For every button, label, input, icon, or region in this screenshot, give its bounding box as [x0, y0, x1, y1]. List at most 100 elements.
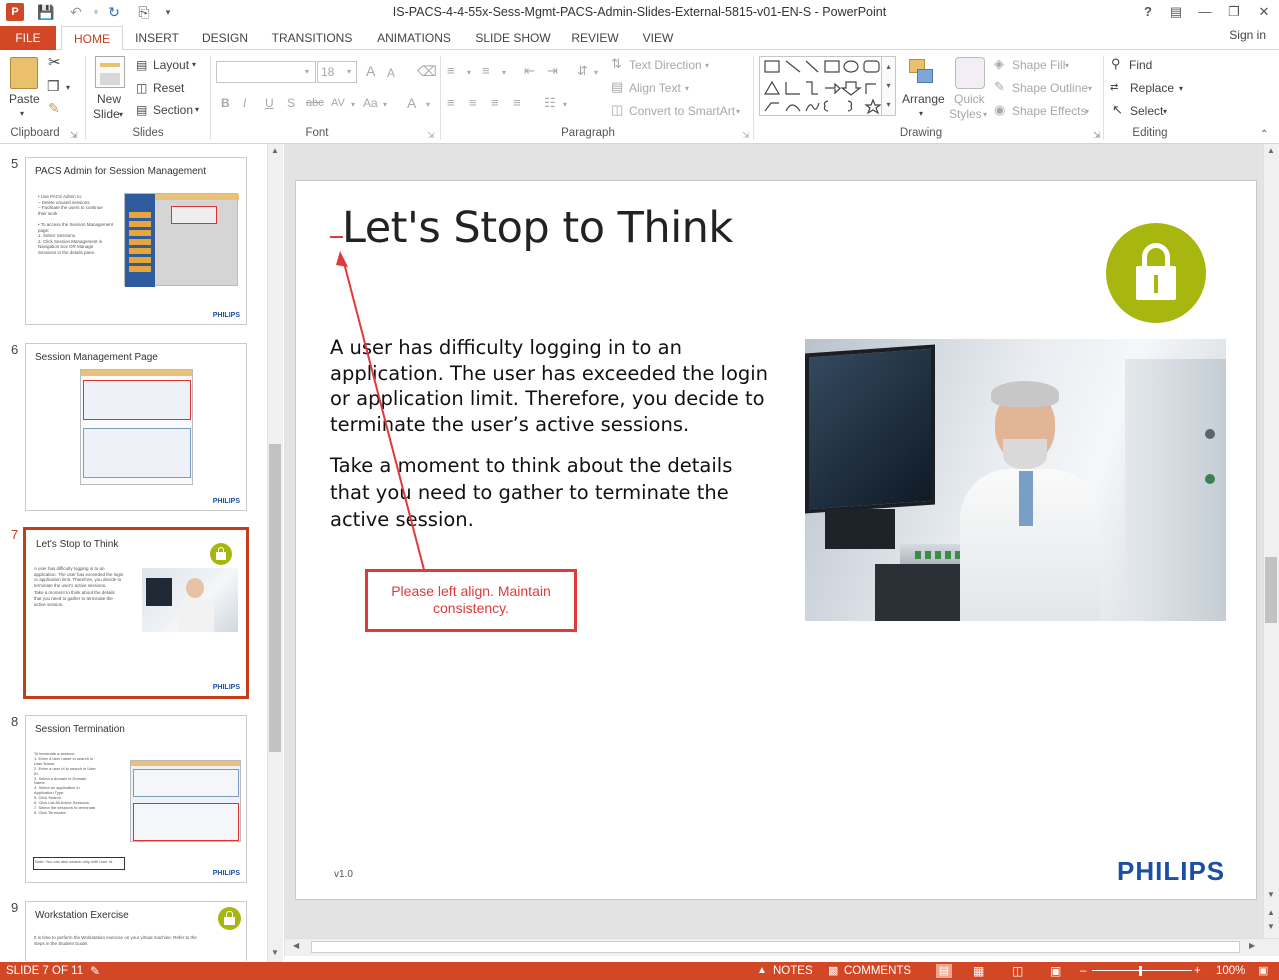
tab-view[interactable]: VIEW — [632, 26, 684, 50]
numbering-icon[interactable]: ≡ — [482, 63, 490, 79]
notes-button[interactable]: NOTES — [773, 964, 813, 978]
shape-fill-dropdown-icon[interactable]: ▾ — [1065, 58, 1069, 74]
zoom-level[interactable]: 100% — [1216, 964, 1245, 978]
text-shadow-button[interactable]: S — [287, 95, 295, 111]
font-size-dropdown-icon[interactable]: ▾ — [347, 64, 351, 80]
italic-button[interactable]: I — [243, 95, 246, 111]
format-painter-icon[interactable]: ✎ — [48, 100, 60, 116]
slide-vertical-scrollbar[interactable] — [1263, 144, 1279, 938]
strikethrough-button[interactable]: abc — [306, 95, 324, 111]
zoom-slider-handle[interactable] — [1139, 966, 1142, 976]
close-icon[interactable]: ✕ — [1253, 3, 1275, 21]
increase-indent-icon[interactable]: ⇥ — [547, 63, 558, 79]
paste-dropdown-icon[interactable]: ▾ — [20, 106, 24, 122]
quick-styles-label-2[interactable]: Styles — [949, 106, 982, 122]
font-name-combobox[interactable] — [216, 61, 316, 83]
underline-button[interactable]: U — [265, 95, 274, 111]
bold-button[interactable]: B — [221, 95, 230, 111]
shape-fill-icon[interactable]: ◈ — [994, 56, 1004, 72]
section-dropdown-icon[interactable]: ▾ — [195, 102, 199, 118]
cut-icon[interactable]: ✂ — [48, 55, 61, 71]
comments-button[interactable]: COMMENTS — [844, 964, 911, 978]
font-color-dropdown-icon[interactable]: ▾ — [426, 97, 430, 113]
previous-slide-icon[interactable]: ▲ — [1264, 908, 1278, 917]
slide-thumbnail-7[interactable]: Let's Stop to Think A user has difficult… — [23, 527, 249, 699]
quick-styles-dropdown-icon[interactable]: ▾ — [983, 107, 987, 123]
slide-scroll-thumb[interactable] — [1265, 557, 1277, 623]
collapse-ribbon-icon[interactable]: ⌃ — [1260, 127, 1268, 143]
decrease-indent-icon[interactable]: ⇤ — [524, 63, 535, 79]
slide-thumbnail-8[interactable]: Session Termination To terminate a sessi… — [25, 715, 247, 883]
scroll-down-icon[interactable]: ▼ — [268, 948, 282, 957]
font-launcher-icon[interactable]: ⇲ — [427, 127, 435, 143]
layout-dropdown-icon[interactable]: ▾ — [192, 57, 196, 73]
paste-button[interactable]: Paste — [9, 91, 40, 107]
replace-dropdown-icon[interactable]: ▾ — [1179, 81, 1183, 97]
tab-slide-show[interactable]: SLIDE SHOW — [468, 26, 558, 50]
help-button[interactable]: ? — [1137, 3, 1159, 21]
arrange-button[interactable]: Arrange — [902, 91, 945, 107]
line-spacing-dropdown-icon[interactable]: ▾ — [594, 65, 598, 81]
bullets-icon[interactable]: ≡ — [447, 63, 455, 79]
shape-fill-button[interactable]: Shape Fill — [1012, 57, 1065, 73]
reading-view-icon[interactable]: ◫ — [1012, 964, 1023, 978]
comments-icon[interactable]: ▩ — [828, 964, 838, 978]
smartart-dropdown-icon[interactable]: ▾ — [736, 104, 740, 120]
slide-thumbnail-5[interactable]: PACS Admin for Session Management • Use … — [25, 157, 247, 325]
scroll-left-icon[interactable]: ◀ — [293, 941, 299, 950]
tab-review[interactable]: REVIEW — [566, 26, 624, 50]
font-name-dropdown-icon[interactable]: ▾ — [305, 64, 309, 80]
minimize-icon[interactable]: — — [1194, 3, 1216, 21]
normal-view-icon[interactable]: ▤ — [936, 964, 952, 978]
font-color-button[interactable]: A — [407, 95, 416, 111]
zoom-slider-track[interactable] — [1092, 970, 1192, 971]
clear-formatting-icon[interactable]: ⌫ — [417, 63, 437, 79]
slide-thumbnail-9[interactable]: Workstation Exercise It is time to perfo… — [25, 901, 247, 961]
replace-icon[interactable]: ⇄ — [1110, 80, 1118, 96]
clipboard-launcher-icon[interactable]: ⇲ — [70, 127, 78, 143]
new-slide-label-1[interactable]: New — [97, 91, 121, 107]
reset-button[interactable]: Reset — [153, 80, 184, 96]
horizontal-scroll-thumb[interactable] — [311, 941, 1240, 953]
bullets-dropdown-icon[interactable]: ▾ — [467, 65, 471, 81]
shape-effects-icon[interactable]: ◉ — [994, 102, 1005, 118]
copy-dropdown-icon[interactable]: ▾ — [66, 80, 70, 96]
shape-outline-button[interactable]: Shape Outline — [1012, 80, 1088, 96]
tab-animations[interactable]: ANIMATIONS — [368, 26, 460, 50]
review-comment-callout[interactable]: Please left align. Maintain consistency. — [365, 569, 577, 632]
tab-file[interactable]: FILE — [0, 26, 56, 50]
tab-transitions[interactable]: TRANSITIONS — [264, 26, 360, 50]
shapes-gallery[interactable] — [759, 56, 896, 116]
find-button[interactable]: Find — [1129, 57, 1152, 73]
slide-show-icon[interactable]: ▣ — [1050, 964, 1061, 978]
shrink-font-icon[interactable]: A — [387, 65, 395, 81]
tab-insert[interactable]: INSERT — [128, 26, 186, 50]
spell-check-icon[interactable]: ✎ — [90, 964, 100, 978]
paragraph-launcher-icon[interactable]: ⇲ — [742, 127, 750, 143]
convert-to-smartart-button[interactable]: Convert to SmartArt — [629, 103, 735, 119]
shape-effects-button[interactable]: Shape Effects — [1012, 103, 1087, 119]
replace-button[interactable]: Replace — [1130, 80, 1174, 96]
shape-outline-icon[interactable]: ✎ — [994, 79, 1005, 95]
quick-styles-icon[interactable] — [955, 57, 985, 89]
section-icon[interactable]: ▤ — [136, 102, 147, 118]
change-case-button[interactable]: Aa — [363, 95, 378, 111]
smartart-icon[interactable]: ◫ — [611, 102, 623, 118]
notes-icon[interactable]: ▲ — [757, 964, 767, 978]
align-left-icon[interactable]: ≡ — [447, 95, 455, 111]
find-icon[interactable]: ⚲ — [1111, 56, 1121, 72]
scroll-up-icon[interactable]: ▲ — [268, 146, 282, 155]
section-button[interactable]: Section — [153, 102, 193, 118]
tab-design[interactable]: DESIGN — [194, 26, 256, 50]
grow-font-icon[interactable]: A — [366, 63, 375, 79]
quick-styles-label-1[interactable]: Quick — [954, 91, 985, 107]
new-slide-dropdown-icon[interactable]: ▾ — [119, 107, 123, 123]
drawing-launcher-icon[interactable]: ⇲ — [1093, 127, 1101, 143]
arrange-dropdown-icon[interactable]: ▾ — [919, 106, 923, 122]
sign-in-link[interactable]: Sign in — [1229, 26, 1266, 44]
select-icon[interactable]: ↖ — [1112, 102, 1123, 118]
change-case-dropdown-icon[interactable]: ▾ — [383, 97, 387, 113]
scroll-down-icon[interactable]: ▼ — [1264, 890, 1278, 899]
slide-thumbnail-6[interactable]: Session Management Page PHILIPS — [25, 343, 247, 511]
tab-home[interactable]: HOME — [61, 26, 123, 51]
